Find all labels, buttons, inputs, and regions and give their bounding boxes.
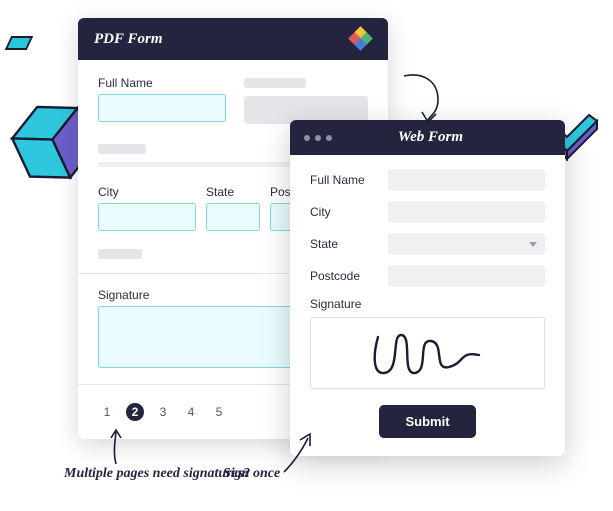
pdf-state-input[interactable] [206,203,260,231]
pdf-city-input[interactable] [98,203,196,231]
decorative-chip [5,36,34,50]
submit-button[interactable]: Submit [379,405,475,438]
pdf-fullname-label: Full Name [98,76,226,90]
web-city-input[interactable] [388,201,545,223]
placeholder-line [98,249,142,259]
web-signature-pad[interactable] [310,317,545,389]
pdf-fullname-input[interactable] [98,94,226,122]
page-4[interactable]: 4 [182,403,200,421]
web-state-select[interactable] [388,233,545,255]
web-form-window: Web Form Full Name City State Postcode S… [290,120,565,456]
page-2[interactable]: 2 [126,403,144,421]
web-fullname-input[interactable] [388,169,545,191]
web-signature-label: Signature [310,297,545,311]
page-3[interactable]: 3 [154,403,172,421]
pdf-form-title: PDF Form [94,31,163,48]
annotation-sign-once: Sign once [223,466,280,482]
web-city-label: City [310,205,374,219]
web-state-label: State [310,237,374,251]
page-5[interactable]: 5 [210,403,228,421]
pdf-state-label: State [206,185,260,199]
placeholder-line [244,78,306,88]
logo-icon [350,28,372,50]
web-postcode-input[interactable] [388,265,545,287]
pdf-form-header: PDF Form [78,18,388,60]
placeholder-line [98,144,146,154]
pdf-city-label: City [98,185,196,199]
web-form-title: Web Form [310,129,551,146]
web-postcode-label: Postcode [310,269,374,283]
web-fullname-label: Full Name [310,173,374,187]
page-1[interactable]: 1 [98,403,116,421]
web-form-header: Web Form [290,120,565,155]
signature-scribble-icon [363,325,493,381]
